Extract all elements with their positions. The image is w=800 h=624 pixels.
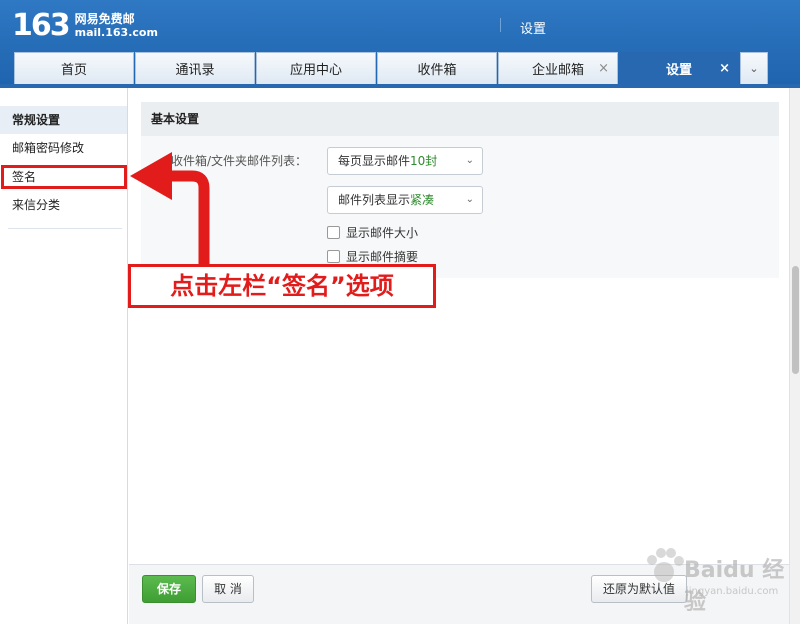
per-page-select[interactable]: 每页显示邮件10封 ⌄ (327, 147, 483, 175)
close-icon[interactable]: × (719, 61, 730, 76)
section-title: 基本设置 (141, 102, 779, 136)
paw-icon (647, 548, 684, 582)
tab-inbox[interactable]: 收件箱 (377, 52, 497, 84)
checkbox-label: 显示邮件大小 (346, 226, 419, 240)
mail-list-label: 收件箱/文件夹邮件列表： (171, 154, 308, 168)
cancel-button[interactable]: 取 消 (202, 575, 254, 603)
show-size-checkbox[interactable]: 显示邮件大小 (327, 224, 418, 241)
sidebar-item-mail-filter[interactable]: 来信分类 (0, 191, 127, 219)
select-value: 10封 (410, 154, 438, 168)
annotation-label: 点击左栏“签名”选项 (128, 264, 436, 308)
list-density-select[interactable]: 邮件列表显示紧凑 ⌄ (327, 186, 483, 214)
tab-label: 通讯录 (175, 63, 215, 78)
sidebar-item-general[interactable]: 常规设置 (0, 106, 127, 134)
logo-brand: 网易免费邮 (74, 12, 135, 26)
select-prefix: 邮件列表显示 (338, 193, 411, 207)
select-value: 紧凑 (410, 193, 435, 207)
sidebar-item-label: 常规设置 (12, 113, 61, 127)
vertical-scrollbar[interactable] (789, 88, 800, 624)
header-title: 设置 (520, 22, 547, 37)
sidebar-item-label: 来信分类 (12, 198, 61, 212)
basic-settings-panel: 基本设置 收件箱/文件夹邮件列表： 每页显示邮件10封 ⌄ 邮件列表显示紧凑 ⌄… (141, 102, 779, 278)
watermark-title: Baidu 经验 (684, 558, 785, 615)
tab-more-button[interactable]: ⌄ (740, 52, 768, 84)
chevron-down-icon: ⌄ (749, 62, 759, 75)
chevron-down-icon: ⌄ (465, 194, 474, 205)
top-header: 163 网易免费邮 mail.163.com 设置 首页 通讯录 应用中心 收件… (0, 0, 800, 88)
settings-sidebar: 常规设置 邮箱密码修改 签名 来信分类 (0, 88, 128, 624)
sidebar-item-password[interactable]: 邮箱密码修改 (0, 134, 127, 162)
tab-enterprise-mail[interactable]: 企业邮箱 × (498, 52, 618, 84)
tab-home[interactable]: 首页 (14, 52, 134, 84)
tab-contacts[interactable]: 通讯录 (135, 52, 255, 84)
sidebar-item-label: 邮箱密码修改 (12, 141, 85, 155)
logo-text: 网易免费邮 mail.163.com (75, 12, 158, 40)
checkbox-box[interactable] (327, 250, 340, 263)
header-divider (500, 18, 501, 32)
tab-app-center[interactable]: 应用中心 (256, 52, 376, 84)
show-summary-checkbox[interactable]: 显示邮件摘要 (327, 248, 418, 265)
tab-label: 设置 (665, 63, 692, 78)
select-prefix: 每页显示邮件 (338, 154, 411, 168)
chevron-down-icon: ⌄ (465, 155, 474, 166)
logo-number: 163 (12, 8, 71, 43)
scrollbar-thumb[interactable] (792, 266, 799, 374)
mail-logo[interactable]: 163 网易免费邮 mail.163.com (12, 8, 158, 44)
baidu-watermark: Baidu 经验 jingyan.baidu.com (640, 538, 790, 615)
watermark-url: jingyan.baidu.com (686, 586, 779, 597)
tab-bar: 首页 通讯录 应用中心 收件箱 企业邮箱 × 设置 × ⌄ (14, 52, 768, 84)
close-icon[interactable]: × (598, 61, 609, 76)
tab-label: 首页 (60, 63, 87, 78)
tab-label: 收件箱 (417, 63, 457, 78)
save-button[interactable]: 保存 (142, 575, 196, 603)
annotation-highlight-box (1, 165, 127, 189)
checkbox-box[interactable] (327, 226, 340, 239)
checkbox-label: 显示邮件摘要 (346, 250, 419, 264)
tab-settings[interactable]: 设置 × (619, 52, 739, 84)
sidebar-divider (8, 228, 122, 229)
tab-label: 应用中心 (289, 63, 342, 78)
tab-label: 企业邮箱 (531, 63, 584, 78)
logo-domain: mail.163.com (74, 26, 158, 39)
